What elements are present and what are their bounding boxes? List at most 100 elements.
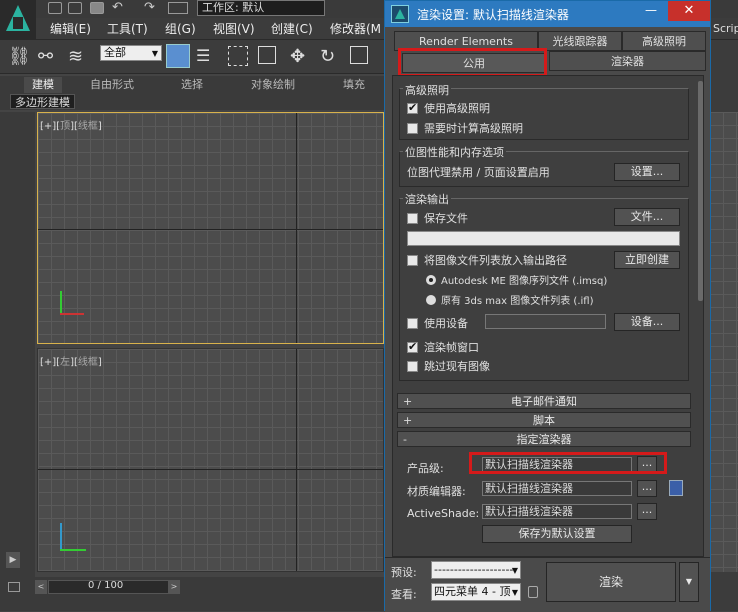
material-editor-browse-button[interactable]: ... <box>637 480 657 497</box>
rollout-title: 电子邮件通知 <box>511 395 577 408</box>
dialog-title: 渲染设置: 默认扫描线渲染器 <box>417 8 569 22</box>
dialog-bottom-bar: 预设: -------------------- ▼ 查看: 四元菜单 4 - 顶… <box>385 557 710 612</box>
menu-edit[interactable]: 编辑(E) <box>50 20 91 38</box>
axis-y-gizmo <box>60 549 86 551</box>
devices-button[interactable]: 设备... <box>614 313 680 331</box>
tab-advanced-lighting[interactable]: 高级照明 <box>622 31 706 51</box>
rollout-scripts[interactable]: + 脚本 <box>397 412 691 428</box>
vp-label-prefix: [+][ <box>40 357 61 368</box>
vp-label-name: 左 <box>60 357 71 368</box>
tab-renderer[interactable]: 渲染器 <box>549 51 706 71</box>
logo-icon-inner <box>13 17 23 29</box>
ribbon-tab-freeform[interactable]: 自由形式 <box>90 77 134 93</box>
save-file-checkbox[interactable] <box>407 213 418 224</box>
render-frame-window-checkbox[interactable] <box>407 340 418 353</box>
skip-existing-checkbox[interactable] <box>407 361 418 372</box>
workspace-select[interactable]: 工作区: 默认 <box>197 0 325 16</box>
viewport-left-label[interactable]: [+][左][线框] <box>40 353 102 368</box>
vp-label-prefix: [+][ <box>40 121 61 132</box>
activeshade-browse-button[interactable]: ... <box>637 503 657 520</box>
ribbon-tab-populate[interactable]: 填充 <box>343 77 365 93</box>
files-button[interactable]: 文件... <box>614 208 680 226</box>
use-advanced-lighting-checkbox[interactable] <box>407 101 418 114</box>
ribbon-tab-selection[interactable]: 选择 <box>181 77 203 93</box>
rollout-assign-renderer[interactable]: - 指定渲染器 <box>397 431 691 447</box>
tab-raytracer[interactable]: 光线跟踪器 <box>538 31 622 51</box>
link-icon[interactable]: ⛓ <box>8 46 31 68</box>
render-dropdown-icon[interactable]: ▼ <box>679 562 699 602</box>
grid-axis-vertical <box>296 113 297 343</box>
menu-create[interactable]: 创建(C) <box>271 20 313 38</box>
viewport-top[interactable]: [+][顶][线框] <box>37 112 384 344</box>
bind-spacewarp-icon[interactable]: ≋ <box>68 46 90 68</box>
lock-view-icon[interactable] <box>528 586 538 598</box>
skip-existing-label: 跳过现有图像 <box>424 360 490 373</box>
selection-filter-value: 全部 <box>104 46 126 59</box>
minimize-icon[interactable]: — <box>645 4 659 19</box>
redo-icon[interactable]: ↷ <box>144 0 155 15</box>
save-as-defaults-button[interactable]: 保存为默认设置 <box>482 525 632 543</box>
menu-tools[interactable]: 工具(T) <box>107 20 148 38</box>
group-advanced-lighting-title: 高级照明 <box>403 82 451 98</box>
project-folder-icon[interactable] <box>168 2 188 14</box>
bitmap-setup-button[interactable]: 设置... <box>614 163 680 181</box>
rect-selection-icon[interactable] <box>228 46 248 66</box>
radio-legacy-ifl[interactable] <box>426 295 436 305</box>
undo-icon[interactable]: ↶ <box>112 0 123 15</box>
output-path-field[interactable] <box>407 231 680 246</box>
ribbon-tab-modeling[interactable]: 建模 <box>24 77 62 93</box>
preset-select[interactable]: -------------------- ▼ <box>431 561 521 579</box>
time-prev-icon[interactable]: < <box>35 580 47 594</box>
create-now-button[interactable]: 立即创建 <box>614 251 680 269</box>
script-tab[interactable]: Scrip <box>713 22 738 35</box>
radio-autodesk-imsq[interactable] <box>426 275 436 285</box>
time-slider-label: 0 / 100 <box>88 580 124 591</box>
use-device-checkbox[interactable] <box>407 318 418 329</box>
menu-views[interactable]: 视图(V) <box>213 20 255 38</box>
dialog-titlebar[interactable]: 渲染设置: 默认扫描线渲染器 — ✕ <box>385 1 710 27</box>
open-file-icon[interactable] <box>68 2 82 14</box>
material-editor-label: 材质编辑器: <box>407 485 466 498</box>
menu-modifiers[interactable]: 修改器(M <box>330 20 381 38</box>
radio-legacy-ifl-label: 原有 3ds max 图像文件列表 (.ifl) <box>441 296 594 307</box>
rotate-icon[interactable]: ↻ <box>320 46 342 68</box>
put-image-list-checkbox[interactable] <box>407 255 418 266</box>
lock-icon[interactable] <box>669 480 683 496</box>
layout-icon[interactable] <box>8 582 20 592</box>
move-icon[interactable]: ✥ <box>290 46 312 68</box>
view-select[interactable]: 四元菜单 4 - 顶 ▼ <box>431 583 521 601</box>
activeshade-label: ActiveShade: <box>407 507 480 520</box>
play-icon[interactable]: ▶ <box>6 552 20 568</box>
viewport-top-label[interactable]: [+][顶][线框] <box>40 117 102 132</box>
rollout-email-notifications[interactable]: + 电子邮件通知 <box>397 393 691 409</box>
save-file-icon[interactable] <box>90 2 104 14</box>
compute-advanced-lighting-label: 需要时计算高级照明 <box>424 122 523 135</box>
viewport-left[interactable]: [+][左][线框] <box>37 348 384 572</box>
material-editor-renderer-field: 默认扫描线渲染器 <box>482 481 632 496</box>
dialog-body: 高级照明 使用高级照明 需要时计算高级照明 位图性能和内存选项 位图代理禁用 /… <box>392 75 704 557</box>
select-object-icon[interactable] <box>166 44 190 68</box>
window-crossing-icon[interactable] <box>258 46 276 64</box>
menu-group[interactable]: 组(G) <box>165 20 196 38</box>
ribbon-tab-object-paint[interactable]: 对象绘制 <box>251 77 295 93</box>
close-button[interactable]: ✕ <box>668 1 710 21</box>
scale-icon[interactable] <box>350 46 368 64</box>
unlink-icon[interactable]: ⚯ <box>38 46 60 68</box>
dialog-scrollbar[interactable] <box>698 81 703 301</box>
viewport-right-partial[interactable] <box>710 112 738 572</box>
polygon-modeling-label[interactable]: 多边形建模 <box>10 94 75 109</box>
new-file-icon[interactable] <box>48 2 62 14</box>
vp-label-mode: 线框 <box>77 357 98 368</box>
render-setup-dialog: 渲染设置: 默认扫描线渲染器 — ✕ Render Elements 光线跟踪器… <box>384 0 711 612</box>
select-by-name-icon[interactable]: ☰ <box>196 46 218 68</box>
max-app-icon <box>391 5 409 23</box>
compute-advanced-lighting-checkbox[interactable] <box>407 123 418 134</box>
time-next-icon[interactable]: > <box>168 580 180 594</box>
render-button[interactable]: 渲染 <box>546 562 676 602</box>
max-app-icon-shape <box>395 9 405 19</box>
app-logo[interactable] <box>0 0 36 40</box>
selection-filter-select[interactable]: 全部 ▼ <box>100 45 162 61</box>
axis-y-gizmo <box>60 291 62 315</box>
device-field[interactable] <box>485 314 606 329</box>
put-image-list-label: 将图像文件列表放入输出路径 <box>424 254 567 267</box>
